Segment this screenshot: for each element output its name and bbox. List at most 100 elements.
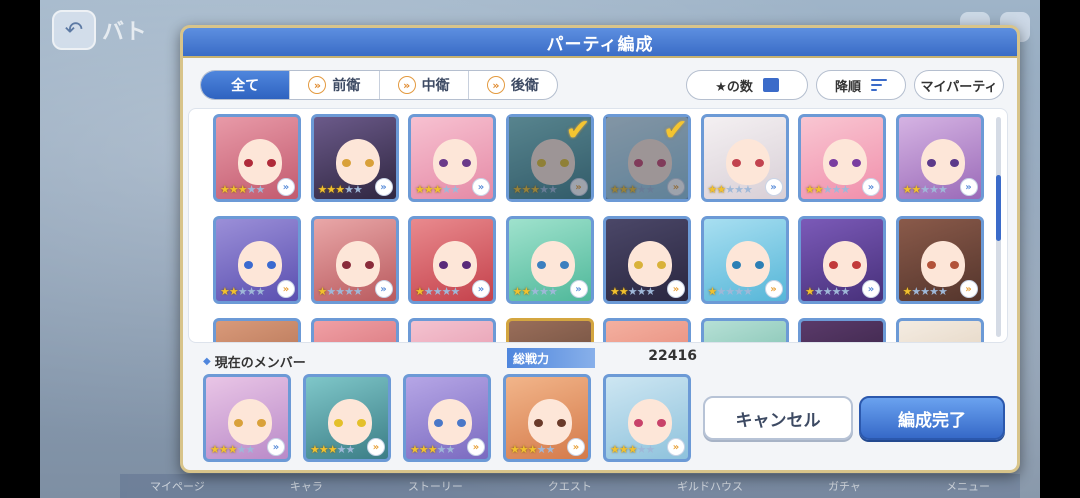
character-card[interactable]: ★★★★★» bbox=[895, 216, 984, 304]
total-power: 総戦力 22416 bbox=[507, 348, 697, 368]
star-rating-icon: ★★★★★ bbox=[610, 443, 655, 456]
my-party-label: マイパーティ bbox=[920, 79, 998, 95]
my-party-button[interactable]: マイパーティ bbox=[914, 70, 1004, 100]
star-rating-icon: ★★★★★ bbox=[210, 443, 255, 456]
filter-tab[interactable]: 全て bbox=[201, 71, 290, 99]
position-icon: » bbox=[374, 280, 393, 298]
character-card[interactable]: ★★★★★» bbox=[203, 374, 291, 462]
filter-tab-label: 後衛 bbox=[510, 78, 539, 94]
order-label: 降順 bbox=[834, 79, 861, 95]
party-formation-dialog: パーティ編成 全て» 前衛» 中衛» 後衛 ★の数 降順 マイパーティ ★★★★★» ★… bbox=[180, 25, 1020, 473]
character-card[interactable]: ★★★★★» bbox=[310, 114, 399, 202]
character-eyes bbox=[731, 159, 764, 167]
character-eyes bbox=[439, 261, 471, 269]
position-icon: » bbox=[472, 178, 490, 196]
character-card[interactable]: ★★★★★ » bbox=[213, 216, 301, 304]
star-rating-icon: ★★★★★ bbox=[707, 183, 753, 196]
character-card[interactable]: ★★★★★» bbox=[303, 374, 391, 462]
character-card[interactable]: ★★★★★» bbox=[408, 318, 496, 342]
filter-tab[interactable]: » 前衛 bbox=[289, 71, 378, 99]
current-members-heading: ◆ 現在のメンバー bbox=[203, 352, 306, 371]
star-rating-icon: ★★★★★ bbox=[220, 285, 265, 298]
character-card[interactable]: ★★★★★» bbox=[798, 114, 886, 202]
character-card[interactable]: ★★★★★» bbox=[505, 318, 594, 342]
character-card[interactable]: ★★★★★» bbox=[603, 216, 691, 304]
position-icon: » bbox=[667, 178, 685, 196]
background-title: バト bbox=[102, 20, 147, 45]
confirm-formation-button[interactable]: 編成完了 bbox=[859, 396, 1005, 440]
position-icon: » bbox=[567, 438, 585, 456]
position-icon: » bbox=[374, 178, 393, 196]
character-card[interactable]: ★★★★★» bbox=[798, 216, 886, 304]
position-icon: » bbox=[764, 280, 783, 298]
character-eyes bbox=[536, 159, 569, 167]
star-rating-icon: ★★★★★ bbox=[410, 443, 455, 456]
character-card[interactable]: ★★★★★» bbox=[700, 318, 789, 342]
star-rating-icon: ★★★★★ bbox=[805, 285, 850, 298]
current-members-label: 現在のメンバー bbox=[214, 356, 306, 371]
scrollbar[interactable] bbox=[996, 117, 1001, 337]
nav-item: クエスト bbox=[547, 480, 592, 493]
position-icon: » bbox=[667, 280, 685, 298]
position-icon: » bbox=[569, 280, 588, 298]
current-member-row: ★★★★★ » ★★★★★ » ★★★★★ » ★★★★★ » ★★★★★ » bbox=[203, 374, 691, 462]
character-eyes bbox=[244, 159, 276, 167]
character-eyes bbox=[926, 159, 959, 167]
position-icon: » bbox=[569, 178, 588, 196]
character-card[interactable]: ★★★★★ » bbox=[503, 374, 591, 462]
position-icon: » bbox=[764, 178, 783, 196]
character-card[interactable]: ★★★★★» bbox=[505, 216, 594, 304]
cancel-button[interactable]: キャンセル bbox=[703, 396, 853, 440]
character-card[interactable]: ★★★★★ » bbox=[213, 114, 301, 202]
sort-order-icon bbox=[871, 79, 887, 91]
character-card[interactable]: ★★★★★» bbox=[310, 216, 399, 304]
character-card[interactable]: ★★★★★ » ✔ bbox=[603, 113, 691, 202]
character-eyes bbox=[434, 419, 466, 427]
star-rating-icon: ★★★★★ bbox=[510, 443, 555, 456]
character-card[interactable]: ★★★★★ » bbox=[700, 216, 789, 304]
character-eyes bbox=[829, 159, 861, 167]
character-eyes bbox=[926, 261, 959, 269]
character-card[interactable]: ★★★★★» bbox=[603, 374, 691, 462]
character-card[interactable]: ★★★★★ » ✔ bbox=[505, 113, 594, 202]
character-eyes bbox=[536, 261, 569, 269]
order-button[interactable]: 降順 bbox=[816, 70, 906, 100]
character-card[interactable]: ★★★★★» bbox=[603, 318, 691, 342]
star-sort-button[interactable]: ★の数 bbox=[686, 70, 808, 100]
character-eyes bbox=[234, 419, 266, 427]
position-icon: » bbox=[277, 178, 295, 196]
star-rating-icon: ★★★★★ bbox=[415, 285, 460, 298]
position-icon: » bbox=[472, 280, 490, 298]
position-icon: » bbox=[862, 178, 880, 196]
character-card[interactable]: ★★★★★ » bbox=[408, 114, 496, 202]
character-list-panel[interactable]: ★★★★★» ★★★★★» ★★★★★» ★★★★★» ✔ ★★★★★» ✔ ★★★★★» ★★… bbox=[188, 108, 1008, 343]
star-rating-icon: ★★★★★ bbox=[707, 285, 753, 298]
nav-item: ストーリー bbox=[407, 480, 463, 493]
filter-tab[interactable]: » 中衛 bbox=[378, 71, 468, 99]
dialog-title: パーティ編成 bbox=[183, 28, 1017, 58]
character-eyes bbox=[341, 261, 374, 269]
position-back-icon: » bbox=[486, 76, 505, 94]
character-eyes bbox=[634, 419, 666, 427]
character-card[interactable]: ★★★★★» bbox=[895, 318, 984, 342]
scrollbar-thumb[interactable] bbox=[996, 175, 1001, 241]
filter-tab[interactable]: » 後衛 bbox=[467, 71, 557, 99]
character-card[interactable]: ★★★★★ » bbox=[700, 114, 789, 202]
character-card[interactable]: ★★★★★» bbox=[213, 318, 301, 342]
character-eyes bbox=[534, 419, 566, 427]
star-rating-icon: ★★★★★ bbox=[220, 183, 265, 196]
character-card[interactable]: ★★★★★» bbox=[403, 374, 491, 462]
character-card[interactable]: ★★★★★» bbox=[798, 318, 886, 342]
star-rating-icon: ★★★★★ bbox=[610, 183, 655, 196]
position-icon: » bbox=[959, 178, 978, 196]
character-card[interactable]: ★★★★★» bbox=[895, 114, 984, 202]
position-icon: » bbox=[277, 280, 295, 298]
character-card[interactable]: ★★★★★» bbox=[310, 318, 399, 342]
selected-check-icon: ✔ bbox=[662, 113, 688, 148]
star-rating-icon: ★★★★★ bbox=[310, 443, 355, 456]
nav-item: メニュー bbox=[945, 480, 990, 493]
back-arrow-icon: ↶ bbox=[52, 10, 96, 50]
star-rating-icon: ★★★★★ bbox=[415, 183, 460, 196]
character-card[interactable]: ★★★★★ » bbox=[408, 216, 496, 304]
total-power-value: 22416 bbox=[648, 348, 697, 364]
